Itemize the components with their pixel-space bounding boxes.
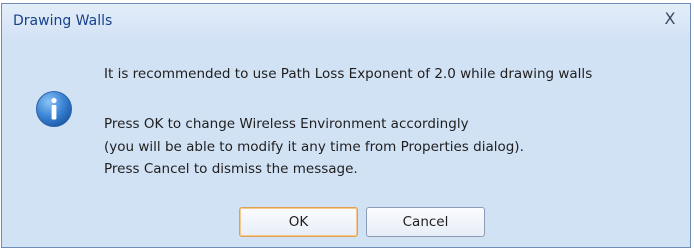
ok-button[interactable]: OK [239, 207, 358, 237]
drawing-walls-dialog: Drawing Walls X It is recommended to use… [1, 3, 691, 248]
info-icon [36, 91, 72, 127]
message-line-2: Press OK to change Wireless Environment … [104, 116, 469, 132]
message-line-1: It is recommended to use Path Loss Expon… [104, 66, 593, 82]
close-button[interactable]: X [660, 8, 680, 30]
cancel-button[interactable]: Cancel [366, 207, 485, 237]
message-line-3: (you will be able to modify it any time … [104, 139, 524, 155]
dialog-title: Drawing Walls [13, 13, 113, 29]
message-line-4: Press Cancel to dismiss the message. [104, 161, 358, 177]
title-bar[interactable]: Drawing Walls X [2, 4, 690, 38]
